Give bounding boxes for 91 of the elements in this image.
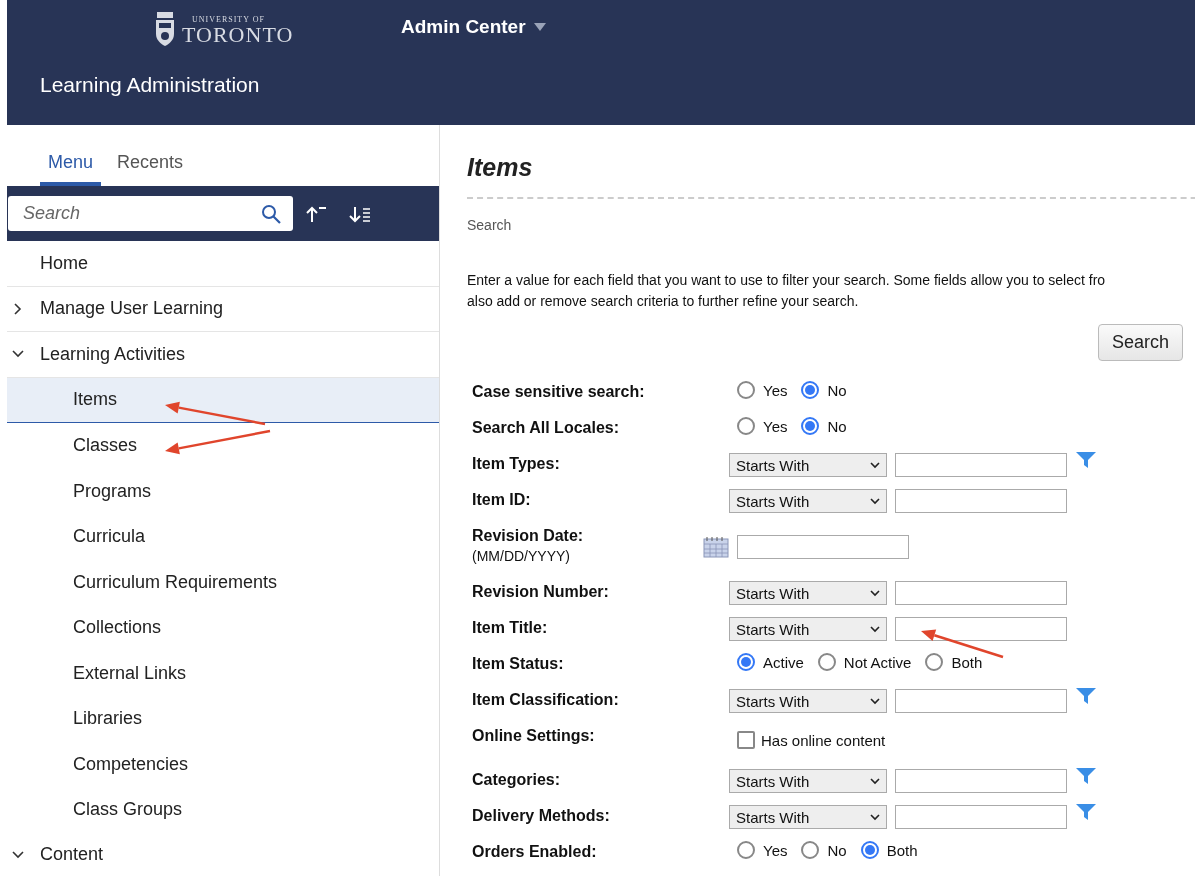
radio-button[interactable] [737, 417, 755, 435]
caret-icon [533, 23, 546, 31]
filter-icon[interactable] [1075, 687, 1097, 705]
menu-item[interactable]: Home [7, 241, 439, 287]
date-field[interactable] [737, 535, 909, 559]
radio-button[interactable] [801, 381, 820, 399]
radio-label: Yes [763, 841, 788, 859]
search-button[interactable]: Search [1097, 324, 1183, 361]
logo-text: TORONTO [182, 23, 294, 46]
menu-item[interactable]: Libraries [7, 696, 439, 742]
radio-button[interactable] [925, 653, 944, 671]
text-field[interactable] [895, 489, 1067, 513]
text-field[interactable] [895, 617, 1067, 641]
operator-dropdown[interactable]: Starts With [729, 489, 887, 513]
menu-item[interactable]: Collections [7, 605, 439, 651]
operator-dropdown[interactable]: Starts With [729, 617, 887, 641]
field-label: Case sensitive search: [472, 383, 646, 401]
app-title: Learning Administration [40, 73, 260, 97]
radio-label: Both [951, 653, 983, 671]
menu-item[interactable]: Competencies [7, 741, 439, 787]
section-label: Search [467, 217, 512, 233]
caret-icon [870, 589, 880, 597]
menu-item[interactable]: Items [7, 377, 439, 423]
sort-down-icon [349, 204, 371, 223]
menu-item[interactable]: Curricula [7, 514, 439, 560]
text-field[interactable] [895, 581, 1067, 605]
radio-label: Yes [763, 417, 788, 435]
menu-item[interactable]: External Links [7, 650, 439, 696]
field-label: Categories: [472, 771, 562, 789]
operator-dropdown[interactable]: Starts With [729, 453, 887, 477]
logo-text: UNIVERSITY OF [192, 14, 266, 24]
radio-label: Active [763, 653, 804, 671]
sidebar-tab[interactable]: Recents [109, 125, 192, 186]
radio-button[interactable] [801, 841, 820, 859]
operator-dropdown[interactable]: Starts With [729, 769, 887, 793]
field-label: Orders Enabled: [472, 843, 598, 861]
calendar-icon[interactable] [703, 536, 729, 558]
radio-label: Both [886, 841, 918, 859]
radio-button[interactable] [860, 841, 879, 859]
radio-button[interactable] [737, 381, 755, 399]
caret-icon [870, 697, 880, 705]
caret-icon [870, 625, 880, 633]
radio-button[interactable] [737, 653, 755, 671]
radio-button[interactable] [817, 653, 836, 671]
operator-dropdown[interactable]: Starts With [729, 581, 887, 605]
menu-group[interactable]: Learning Activities [7, 332, 439, 378]
menu-group[interactable]: Content [7, 832, 439, 876]
menu-item[interactable]: Programs [7, 468, 439, 514]
text-field[interactable] [895, 453, 1067, 477]
field-label: Item Title: [472, 619, 549, 637]
crest-icon [154, 12, 176, 48]
caret-icon [870, 813, 880, 821]
operator-dropdown[interactable]: Starts With [729, 805, 887, 829]
radio-label: No [827, 417, 847, 435]
checkbox[interactable] [737, 731, 755, 749]
instructions-text: Enter a value for each field that you want to use to filter your search. Some fields allow you to select fro also add or remove search criteria to further refine your search. [467, 271, 1106, 311]
field-label: Item Types: [472, 455, 561, 473]
page-title: Items [467, 153, 533, 182]
text-field[interactable] [895, 769, 1067, 793]
sort-up-icon [305, 204, 327, 223]
menu-item[interactable]: Classes [7, 423, 439, 469]
date-format-hint: (MM/DD/YYYY) [472, 548, 571, 564]
radio-label: No [827, 841, 847, 859]
radio-button[interactable] [737, 841, 755, 859]
caret-icon [870, 461, 880, 469]
filter-icon[interactable] [1075, 451, 1097, 469]
app-menu-button[interactable]: Admin Center [401, 16, 546, 38]
checkbox-label: Has online content [761, 731, 886, 749]
search-field[interactable]: Search [8, 196, 293, 231]
menu-item[interactable]: Class Groups [7, 787, 439, 833]
field-label: Item ID: [472, 491, 532, 509]
filter-icon[interactable] [1075, 767, 1097, 785]
radio-label: No [827, 381, 847, 399]
field-label: Revision Date: [472, 527, 585, 545]
text-field[interactable] [895, 689, 1067, 713]
menu-group[interactable]: Manage User Learning [7, 286, 439, 332]
caret-icon [870, 497, 880, 505]
field-label: Revision Number: [472, 583, 610, 601]
field-label: Online Settings: [472, 727, 596, 745]
radio-label: Yes [763, 381, 788, 399]
radio-button[interactable] [801, 417, 820, 435]
field-label: Item Status: [472, 655, 565, 673]
field-label: Delivery Methods: [472, 807, 611, 825]
filter-icon[interactable] [1075, 803, 1097, 821]
caret-icon [870, 777, 880, 785]
radio-label: Not Active [843, 653, 912, 671]
field-label: Search All Locales: [472, 419, 621, 437]
menu-item[interactable]: Curriculum Requirements [7, 559, 439, 605]
text-field[interactable] [895, 805, 1067, 829]
operator-dropdown[interactable]: Starts With [729, 689, 887, 713]
field-label: Item Classification: [472, 691, 620, 709]
